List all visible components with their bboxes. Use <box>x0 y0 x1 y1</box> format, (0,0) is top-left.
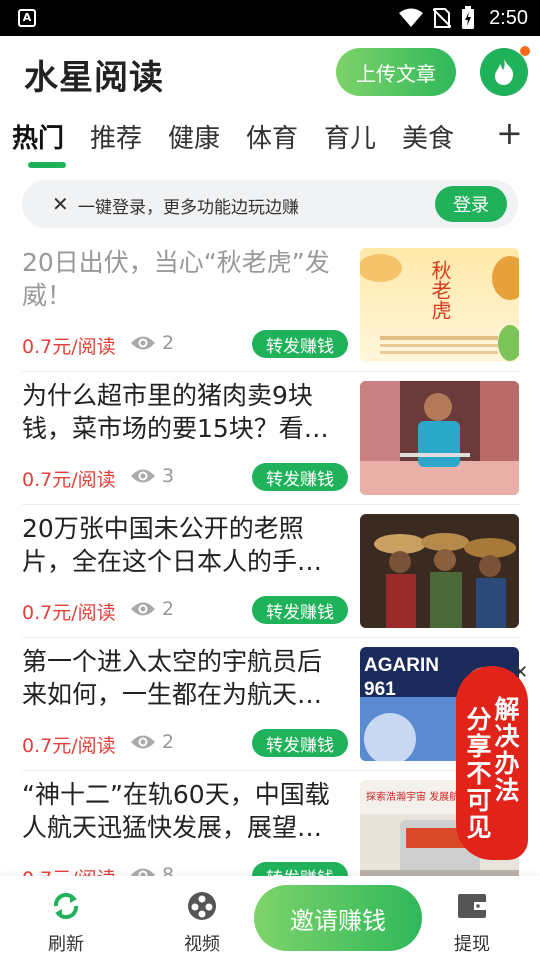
nav-refresh[interactable]: 刷新 <box>26 890 106 956</box>
view-count: 2 <box>130 731 174 753</box>
article-item[interactable]: 20日出伏，当心“秋老虎”发威！ 0.7元/阅读 2 转发赚钱 秋老虎 <box>0 240 540 373</box>
article-item[interactable]: 20万张中国未公开的老照片，全在这个日本人的手… 0.7元/阅读 2 转发赚钱 <box>0 506 540 639</box>
add-tab-icon[interactable]: + <box>496 117 523 149</box>
thumbnail-text: AGARIN <box>364 655 439 676</box>
floating-share-ad[interactable]: 分享不可见 解决办法 ✕ <box>456 662 528 866</box>
view-count: 2 <box>130 598 174 620</box>
nav-withdraw-label: 提现 <box>454 934 490 955</box>
article-item[interactable]: 为什么超市里的猪肉卖9块钱，菜市场的要15块？看… 0.7元/阅读 3 转发赚钱 <box>0 373 540 506</box>
notification-dot <box>520 46 530 56</box>
upload-article-button[interactable]: 上传文章 <box>336 48 456 96</box>
thumbnail-text: 961 <box>364 679 396 700</box>
tab-health[interactable]: 健康 <box>168 118 220 155</box>
thumbnail-headline: 秋老虎 <box>428 260 452 320</box>
view-count-value: 3 <box>162 465 175 487</box>
tab-recommend[interactable]: 推荐 <box>90 118 142 155</box>
login-button[interactable]: 登录 <box>435 186 507 222</box>
app-title: 水星阅读 <box>24 58 164 98</box>
nav-video-label: 视频 <box>184 934 220 955</box>
wallet-icon <box>458 894 486 918</box>
share-earn-button[interactable]: 转发赚钱 <box>252 463 348 491</box>
category-tabs: 热门 推荐 健康 体育 育儿 美食 + <box>0 108 540 172</box>
article-title[interactable]: 第一个进入太空的宇航员后来如何，一生都在为航天… <box>22 645 346 711</box>
divider <box>22 371 520 372</box>
tab-food[interactable]: 美食 <box>402 118 454 155</box>
battery-charging-icon <box>462 6 475 29</box>
flame-icon <box>495 59 514 85</box>
view-count-value: 2 <box>162 731 175 753</box>
article-title[interactable]: “神十二”在轨60天，中国载人航天迅猛快发展，展望… <box>22 778 346 844</box>
eye-icon <box>131 336 155 350</box>
no-sim-icon <box>433 8 452 28</box>
close-icon[interactable]: ✕ <box>52 192 69 216</box>
view-count: 3 <box>130 465 174 487</box>
bottom-nav: 刷新 视频 邀请赚钱 提现 <box>0 876 540 960</box>
nav-refresh-label: 刷新 <box>48 934 84 955</box>
divider <box>22 504 520 505</box>
article-title[interactable]: 20日出伏，当心“秋老虎”发威！ <box>22 246 346 312</box>
view-count: 2 <box>130 332 174 354</box>
price-per-read: 0.7元/阅读 <box>22 469 116 491</box>
login-banner-text: 一键登录，更多功能边玩边赚 <box>78 198 299 218</box>
share-earn-button[interactable]: 转发赚钱 <box>252 596 348 624</box>
refresh-icon <box>53 892 79 920</box>
divider <box>22 770 520 771</box>
close-ad-icon[interactable]: ✕ <box>513 662 528 683</box>
app-notification-icon: A <box>18 9 36 27</box>
wifi-icon <box>399 8 424 27</box>
eye-icon <box>131 735 155 749</box>
price-per-read: 0.7元/阅读 <box>22 735 116 757</box>
share-earn-button[interactable]: 转发赚钱 <box>252 330 348 358</box>
invite-earn-button[interactable]: 邀请赚钱 <box>254 885 422 951</box>
system-icons: 2:50 <box>399 0 528 36</box>
article-title[interactable]: 为什么超市里的猪肉卖9块钱，菜市场的要15块？看… <box>22 379 346 445</box>
login-banner: ✕ 一键登录，更多功能边玩边赚 登录 <box>22 180 518 228</box>
app-header: 水星阅读 上传文章 <box>0 36 540 108</box>
ad-text-col2: 解决办法 <box>494 695 520 805</box>
clock: 2:50 <box>489 6 528 29</box>
eye-icon <box>131 469 155 483</box>
article-thumbnail[interactable]: 秋老虎 <box>360 248 519 362</box>
share-earn-button[interactable]: 转发赚钱 <box>252 729 348 757</box>
film-reel-icon <box>188 892 216 920</box>
active-tab-indicator <box>28 162 66 168</box>
price-per-read: 0.7元/阅读 <box>22 336 116 358</box>
share-help-badge[interactable]: 分享不可见 解决办法 <box>456 666 528 860</box>
article-thumbnail[interactable] <box>360 381 519 495</box>
nav-withdraw[interactable]: 提现 <box>432 890 512 956</box>
tab-hot[interactable]: 热门 <box>12 118 64 155</box>
nav-video[interactable]: 视频 <box>162 890 242 956</box>
view-count-value: 2 <box>162 598 175 620</box>
price-per-read: 0.7元/阅读 <box>22 602 116 624</box>
eye-icon <box>131 602 155 616</box>
ad-text-col1: 分享不可见 <box>466 705 492 842</box>
article-title[interactable]: 20万张中国未公开的老照片，全在这个日本人的手… <box>22 512 346 578</box>
tab-parenting[interactable]: 育儿 <box>324 118 376 155</box>
hot-button[interactable] <box>480 46 530 96</box>
article-thumbnail[interactable] <box>360 514 519 628</box>
view-count-value: 2 <box>162 332 175 354</box>
tab-sports[interactable]: 体育 <box>246 118 298 155</box>
status-bar: A 2:50 <box>0 0 540 36</box>
divider <box>22 637 520 638</box>
